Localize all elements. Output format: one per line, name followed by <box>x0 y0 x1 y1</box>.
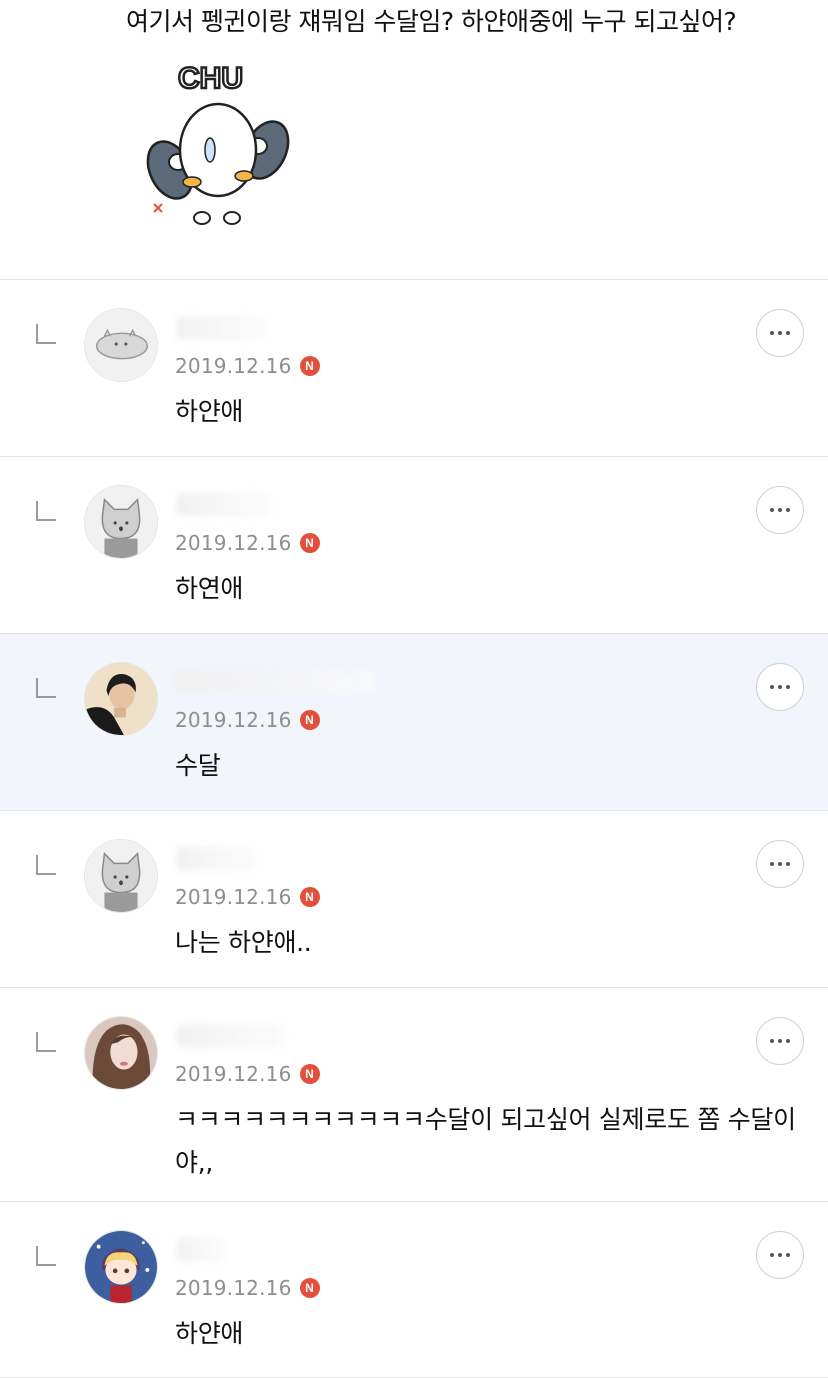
comment-meta: 2019.12.16 N <box>175 354 320 378</box>
avatar[interactable] <box>84 308 158 382</box>
comment-text: 하얀애 <box>175 397 244 426</box>
new-badge: N <box>299 710 320 730</box>
more-horizontal-icon <box>770 685 774 689</box>
avatar[interactable] <box>84 1016 158 1090</box>
username-blurred[interactable] <box>176 1238 226 1262</box>
sticker-label: CHU <box>178 62 243 95</box>
comment-meta: 2019.12.16 N <box>175 1062 320 1086</box>
new-badge: N <box>299 887 320 907</box>
username-blurred[interactable] <box>176 1024 286 1048</box>
more-options-button[interactable] <box>756 663 804 711</box>
username-blurred[interactable] <box>176 316 266 340</box>
more-horizontal-icon <box>770 331 774 335</box>
avatar[interactable] <box>84 662 158 736</box>
reply-indent-icon <box>36 855 56 875</box>
comment-date: 2019.12.16 <box>175 1062 292 1086</box>
reply-indent-icon <box>36 501 56 521</box>
post: 여기서 펭귄이랑 쟤뭐임 수달임? 하얀애중에 누구 되고싶어? CHU <box>0 0 828 280</box>
comment-item: 2019.12.16 N 하얀애 <box>0 280 828 457</box>
comment-text: 하얀애 <box>175 1319 244 1348</box>
more-horizontal-icon <box>770 1253 774 1257</box>
avatar[interactable] <box>84 839 158 913</box>
new-badge: N <box>299 1278 320 1298</box>
more-horizontal-icon <box>770 862 774 866</box>
comment-text: 나는 하얀애.. <box>175 928 312 957</box>
avatar[interactable] <box>84 485 158 559</box>
comment-item: 2019.12.16 N 하연애 <box>0 457 828 634</box>
reply-indent-icon <box>36 1246 56 1266</box>
avatar[interactable] <box>84 1230 158 1304</box>
comment-meta: 2019.12.16 N <box>175 1276 320 1300</box>
more-options-button[interactable] <box>756 486 804 534</box>
new-badge: N <box>299 533 320 553</box>
comment-meta: 2019.12.16 N <box>175 531 320 555</box>
comment-meta: 2019.12.16 N <box>175 885 320 909</box>
comment-date: 2019.12.16 <box>175 708 292 732</box>
reply-indent-icon <box>36 324 56 344</box>
comment-text: ㅋㅋㅋㅋㅋㅋㅋㅋㅋㅋㅋ수달이 되고싶어 실제로도 쫌 수달이야,, <box>175 1105 796 1177</box>
more-options-button[interactable] <box>756 309 804 357</box>
comment-date: 2019.12.16 <box>175 531 292 555</box>
comment-date: 2019.12.16 <box>175 885 292 909</box>
username-blurred[interactable] <box>176 493 272 517</box>
comment-item: 2019.12.16 N 하얀애 <box>0 1202 828 1378</box>
comment-text: 하연애 <box>175 574 244 603</box>
reply-indent-icon <box>36 678 56 698</box>
comment-date: 2019.12.16 <box>175 1276 292 1300</box>
more-options-button[interactable] <box>756 840 804 888</box>
comment-item: 2019.12.16 N ㅋㅋㅋㅋㅋㅋㅋㅋㅋㅋㅋ수달이 되고싶어 실제로도 쫌 … <box>0 988 828 1202</box>
comment-date: 2019.12.16 <box>175 354 292 378</box>
new-badge: N <box>299 1064 320 1084</box>
more-options-button[interactable] <box>756 1231 804 1279</box>
more-options-button[interactable] <box>756 1017 804 1065</box>
comment-item: 2019.12.16 N 나는 하얀애.. <box>0 811 828 988</box>
username-blurred[interactable] <box>176 670 376 694</box>
comment-text: 수달 <box>175 751 221 780</box>
username-blurred[interactable] <box>176 847 256 871</box>
penguin-sticker: CHU <box>146 61 290 225</box>
new-badge: N <box>299 356 320 376</box>
comment-meta: 2019.12.16 N <box>175 708 320 732</box>
reply-indent-icon <box>36 1032 56 1052</box>
post-text: 여기서 펭귄이랑 쟤뭐임 수달임? 하얀애중에 누구 되고싶어? <box>126 7 737 36</box>
more-horizontal-icon <box>770 1039 774 1043</box>
comment-item-highlighted: 2019.12.16 N 수달 <box>0 634 828 811</box>
more-horizontal-icon <box>770 508 774 512</box>
